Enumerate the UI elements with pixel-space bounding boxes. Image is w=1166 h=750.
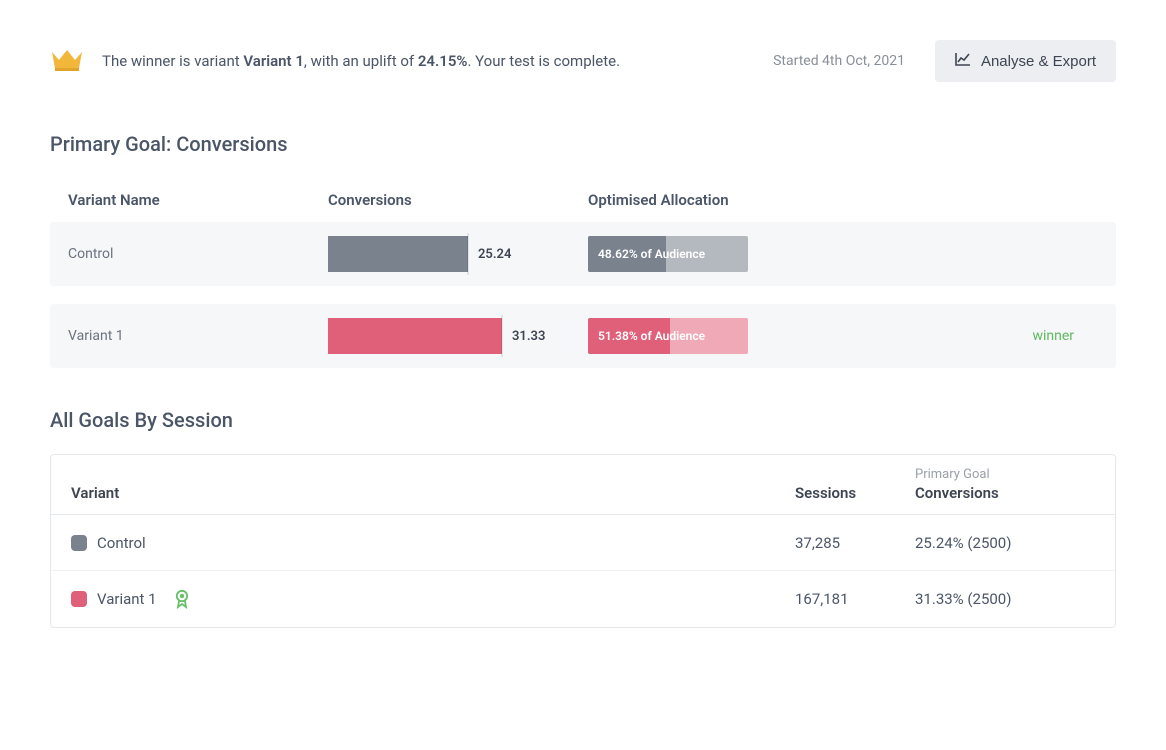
primary-goal-row-control: Control 25.24 48.62% of Audience — [50, 222, 1116, 286]
primary-goal-title: Primary Goal: Conversions — [50, 132, 1116, 156]
variant-name: Control — [68, 246, 328, 262]
conversions-cell: 25.24 — [328, 236, 588, 272]
analyse-export-button[interactable]: Analyse & Export — [935, 40, 1116, 82]
winner-mid: , with an uplift of — [304, 52, 418, 70]
winner-suffix: . Your test is complete. — [467, 52, 620, 70]
primary-goal-table: Variant Name Conversions Optimised Alloc… — [50, 178, 1116, 368]
col-variant-name: Variant Name — [68, 191, 328, 209]
col-pg-sup: Primary Goal — [915, 467, 1095, 482]
all-goals-header-row: Variant Sessions Primary Goal Conversion… — [51, 455, 1115, 515]
all-goals-table: Variant Sessions Primary Goal Conversion… — [50, 454, 1116, 628]
conversion-bar — [328, 236, 468, 272]
conversion-value: 31.33 — [512, 329, 545, 344]
primary-goal-header-row: Variant Name Conversions Optimised Alloc… — [50, 178, 1116, 222]
winner-summary-text: The winner is variant Variant 1, with an… — [102, 52, 755, 70]
allocation-text: 51.38% of Audience — [588, 329, 705, 343]
all-goals-row-variant1: Variant 1 167,181 31.33% (2500) — [51, 571, 1115, 627]
primary-goal-row-variant1: Variant 1 31.33 51.38% of Audience winne… — [50, 304, 1116, 368]
chart-line-icon — [955, 52, 971, 70]
conversion-value: 25.24 — [478, 247, 511, 262]
all-goals-title: All Goals By Session — [50, 408, 1116, 432]
analyse-export-label: Analyse & Export — [981, 53, 1096, 70]
conversions-cell: 31.33 — [328, 318, 588, 354]
col-sessions: Sessions — [795, 484, 915, 502]
winner-variant-name: Variant 1 — [243, 52, 304, 70]
col-pg-main: Conversions — [915, 484, 999, 502]
winner-ribbon-icon — [173, 589, 191, 609]
sessions-value: 37,285 — [795, 534, 915, 552]
allocation-cell: 48.62% of Audience — [588, 236, 878, 272]
variant-name: Variant 1 — [68, 328, 328, 344]
winner-prefix: The winner is variant — [102, 52, 243, 70]
allocation-bar: 48.62% of Audience — [588, 236, 748, 272]
allocation-text: 48.62% of Audience — [588, 247, 705, 261]
variant-name: Control — [97, 534, 146, 552]
winner-label: winner — [878, 328, 1098, 344]
pg-value: 31.33% (2500) — [915, 590, 1095, 608]
col-conversions: Conversions — [328, 191, 588, 209]
color-swatch-icon — [71, 535, 87, 551]
sessions-value: 167,181 — [795, 590, 915, 608]
pg-value: 25.24% (2500) — [915, 534, 1095, 552]
winner-uplift: 24.15% — [418, 52, 468, 70]
allocation-bar: 51.38% of Audience — [588, 318, 748, 354]
variant-name: Variant 1 — [97, 590, 157, 608]
col-variant: Variant — [71, 484, 795, 502]
all-goals-row-control: Control 37,285 25.24% (2500) — [51, 515, 1115, 571]
started-date: Started 4th Oct, 2021 — [773, 53, 905, 69]
conversion-bar — [328, 318, 502, 354]
variant-cell: Control — [71, 534, 795, 552]
result-header: The winner is variant Variant 1, with an… — [50, 40, 1116, 82]
color-swatch-icon — [71, 591, 87, 607]
crown-icon — [50, 46, 84, 76]
allocation-cell: 51.38% of Audience — [588, 318, 878, 354]
col-primary-goal: Primary Goal Conversions — [915, 467, 1095, 502]
col-allocation: Optimised Allocation — [588, 191, 878, 209]
variant-cell: Variant 1 — [71, 589, 795, 609]
